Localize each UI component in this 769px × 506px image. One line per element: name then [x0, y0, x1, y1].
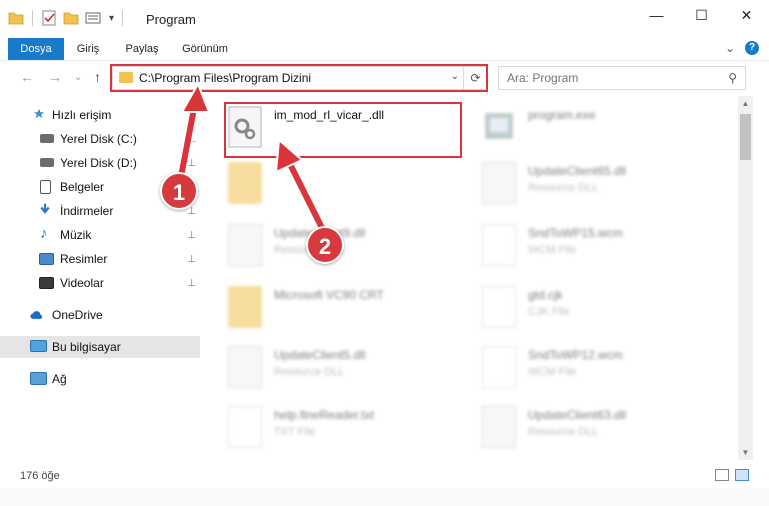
tiles-view-icon[interactable] — [735, 469, 749, 481]
details-view-icon[interactable] — [715, 469, 729, 481]
step-badge-1: 1 — [160, 172, 198, 210]
annotation-overlay — [175, 81, 333, 245]
item-count: 176 öğe — [20, 470, 60, 482]
arrow-1 — [175, 81, 211, 187]
view-toggle — [715, 469, 749, 481]
step-badge-2: 2 — [306, 226, 344, 264]
status-bar: 176 öğe — [0, 466, 769, 488]
bottom-strip — [0, 488, 769, 506]
arrow-2 — [274, 137, 333, 245]
